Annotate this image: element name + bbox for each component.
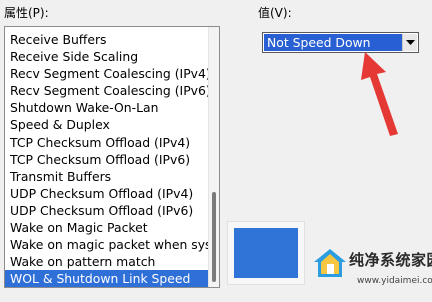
house-logo-icon (314, 249, 346, 277)
property-label: 属性(P): (4, 6, 49, 20)
value-label: 值(V): (258, 6, 292, 20)
value-combobox-selected: Not Speed Down (264, 34, 403, 51)
property-list-item[interactable]: Speed & Duplex (5, 116, 210, 133)
watermark-title: 纯净系统家园 (349, 251, 432, 269)
scrollbar-thumb[interactable] (212, 192, 216, 282)
property-list-item[interactable]: UDP Checksum Offload (IPv4) (5, 185, 210, 202)
property-list-item[interactable]: TCP Checksum Offload (IPv6) (5, 151, 210, 168)
value-combobox[interactable]: Not Speed Down (262, 32, 419, 53)
property-list-item[interactable]: Wake on pattern match (5, 253, 210, 270)
property-list-item[interactable]: Recv Segment Coalescing (IPv6) (5, 82, 210, 99)
property-list-items: Receive Buffers Receive Side Scaling Recv … (5, 31, 210, 287)
property-list-item[interactable]: Wake on magic packet when syst (5, 236, 210, 253)
dropdown-button[interactable] (402, 34, 417, 51)
red-arrow-annotation (361, 52, 398, 136)
property-list-item[interactable]: Recv Segment Coalescing (IPv4) (5, 65, 210, 82)
property-list-item[interactable]: Receive Side Scaling (5, 48, 210, 65)
property-list-item[interactable]: WOL & Shutdown Link Speed (5, 270, 210, 287)
property-listbox[interactable]: Receive Buffers Receive Side Scaling Recv … (4, 26, 220, 288)
property-list-scrollbar[interactable] (208, 27, 219, 287)
property-list-item[interactable]: TCP Checksum Offload (IPv4) (5, 134, 210, 151)
watermark-url: www.yidaimei.com (357, 276, 432, 286)
property-list-item[interactable]: Shutdown Wake-On-Lan (5, 99, 210, 116)
property-list-item[interactable]: Transmit Buffers (5, 168, 210, 185)
property-list-item[interactable]: Wake on Magic Packet (5, 219, 210, 236)
chevron-down-icon (406, 40, 415, 45)
property-list-item[interactable]: UDP Checksum Offload (IPv6) (5, 202, 210, 219)
property-list-item[interactable]: Receive Buffers (5, 31, 210, 48)
watermark: 纯净系统家园 www.yidaimei.com (313, 246, 432, 302)
background-decoration (228, 222, 304, 284)
